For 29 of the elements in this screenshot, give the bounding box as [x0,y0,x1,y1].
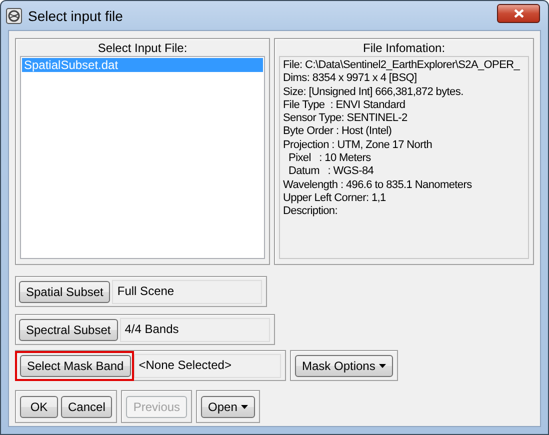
info-line: Byte Order : Host (Intel) [283,125,393,139]
close-button[interactable] [497,4,540,23]
subset-button[interactable]: Spectral Subset [19,318,118,340]
info-line: Dims: 8354 x 9971 x 4 [BSQ] [283,72,418,86]
info-line: Pixel : 10 Meters [288,152,372,166]
info-line: Projection : UTM, Zone 17 North [283,138,434,152]
subset-button[interactable]: Spatial Subset [19,280,110,302]
info-line: Datum : WGS-84 [288,165,375,179]
window-title: Select input file [28,8,124,24]
value-field: <None Selected> [134,354,281,378]
dialog-button[interactable]: Open [201,396,256,418]
info-line: Description: [283,205,338,219]
dialog-button[interactable]: OK [20,396,58,418]
info-line: File Type : ENVI Standard [283,98,406,112]
mask-options-button[interactable]: Mask Options [295,354,394,376]
subset-button[interactable]: Select Mask Band [20,354,131,376]
info-line: Sensor Type: SENTINEL-2 [283,112,408,126]
dialog-button[interactable]: Cancel [61,396,112,418]
app-icon [6,8,22,24]
panel-label: File Infomation: [362,41,446,56]
value-field: 4/4 Bands [120,318,270,342]
info-line: Upper Left Corner: 1,1 [283,192,387,206]
info-line: Wavelength : 496.6 to 835.1 Nanometers [283,178,473,192]
panel-label: Select Input File: [96,41,188,56]
info-line: Size: [Unsigned Int] 666,381,872 bytes. [283,86,464,99]
value-field: Full Scene [112,280,262,304]
caret-icon [379,364,386,368]
info-line: File: C:\Data\Sentinel2_EarthExplorer\S2A_OPER_ [283,59,521,72]
close-icon [514,9,524,18]
